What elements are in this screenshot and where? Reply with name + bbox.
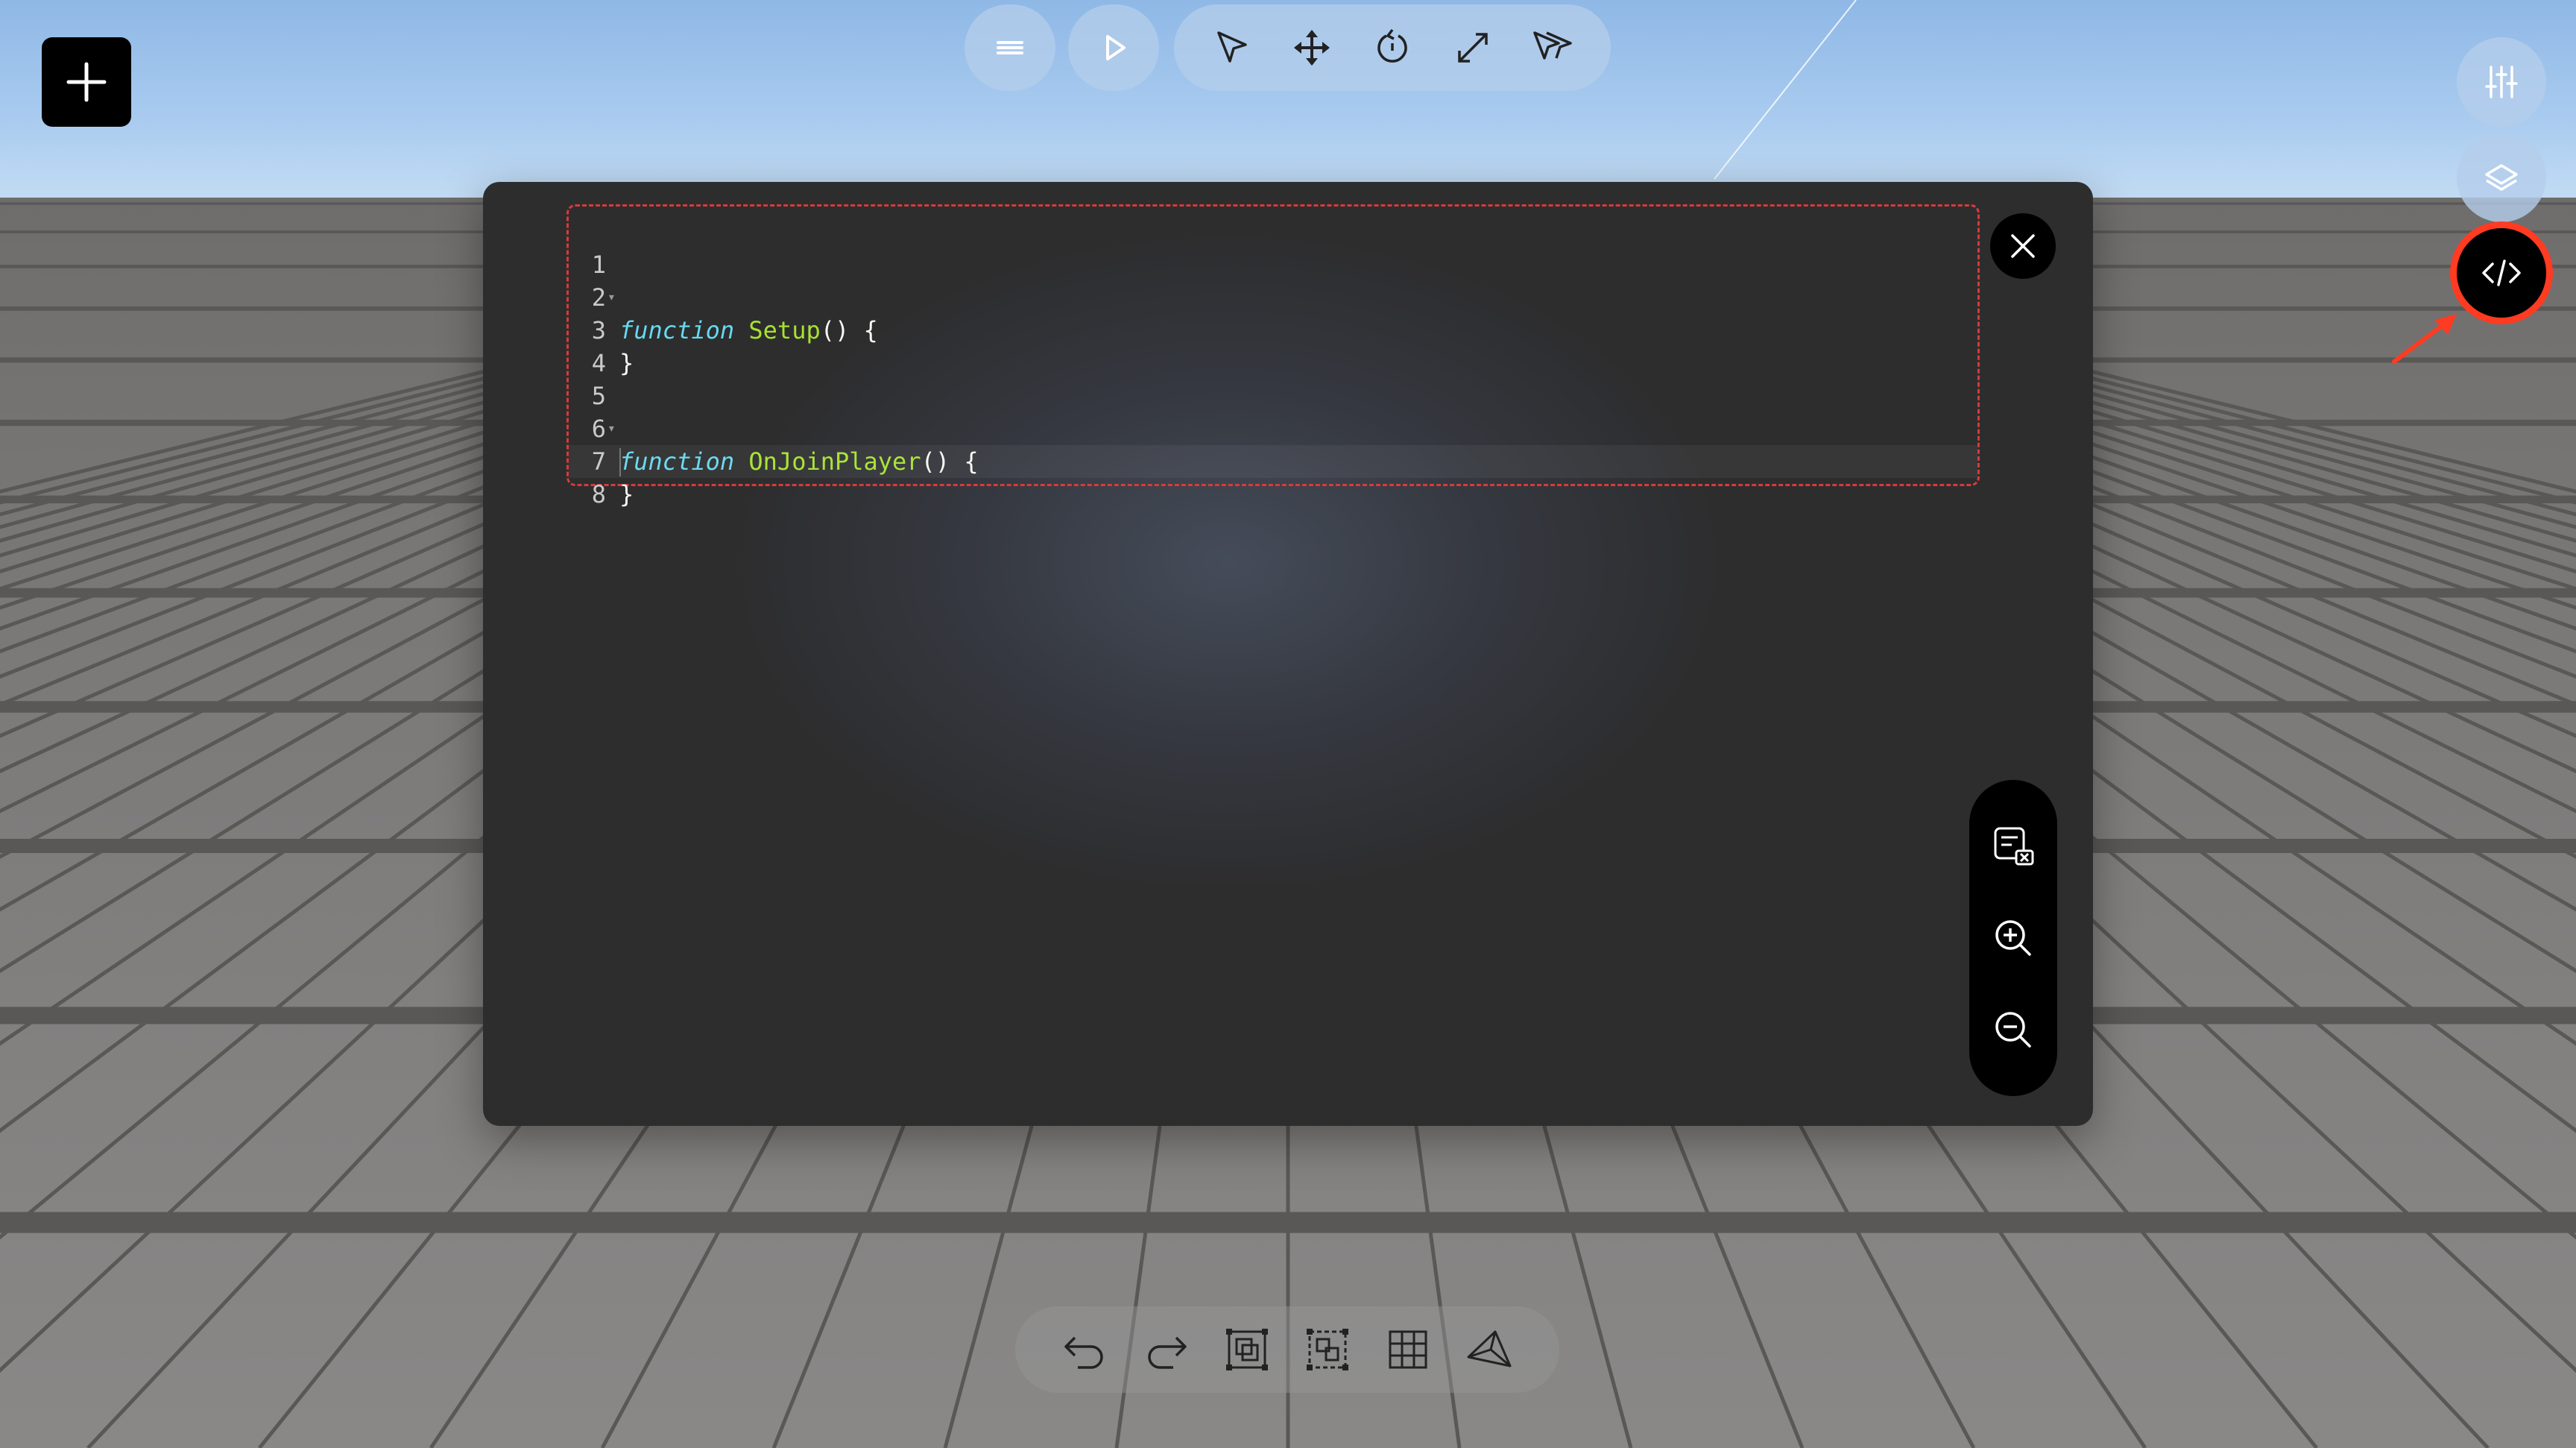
redo-button[interactable] xyxy=(1132,1316,1199,1383)
close-editor-button[interactable] xyxy=(1990,213,2056,279)
code-line[interactable]: 7 } xyxy=(569,412,1977,509)
settings-sliders-icon xyxy=(2485,66,2518,98)
code-line[interactable]: 5 ▾ function OnJoinPlayer() { xyxy=(569,347,1977,476)
group-button[interactable] xyxy=(1294,1316,1361,1383)
scale-tool-button[interactable] xyxy=(1443,18,1503,78)
menu-button[interactable] xyxy=(965,4,1055,91)
close-icon xyxy=(2011,234,2035,258)
clear-console-icon xyxy=(1994,827,2034,866)
code-line-active[interactable]: 8 xyxy=(569,445,1977,509)
move-icon xyxy=(1294,30,1330,66)
multi-select-icon xyxy=(1533,31,1572,60)
move-tool-button[interactable] xyxy=(1282,18,1342,78)
group-icon xyxy=(1307,1329,1349,1370)
layers-button[interactable] xyxy=(2457,133,2546,222)
select-tool-button[interactable] xyxy=(1202,18,1262,78)
play-button[interactable] xyxy=(1068,4,1159,91)
scale-icon xyxy=(1457,33,1488,63)
zoom-in-icon xyxy=(1995,920,2031,956)
play-icon xyxy=(1106,35,1126,60)
code-line[interactable]: 4 xyxy=(569,314,1977,377)
annotation-arrow xyxy=(2392,314,2457,364)
transform-tools xyxy=(1174,4,1611,91)
code-line[interactable]: 1 ▾ function Setup() { xyxy=(569,215,1977,344)
script-editor-button[interactable] xyxy=(2457,228,2546,318)
select-icon xyxy=(1217,31,1247,63)
multi-select-tool-button[interactable] xyxy=(1523,18,1582,78)
rotate-icon xyxy=(1377,28,1407,63)
code-line[interactable]: 6 xyxy=(569,380,1977,443)
menu-icon xyxy=(997,41,1023,54)
grid-toggle-button[interactable] xyxy=(1374,1316,1442,1383)
plus-icon xyxy=(66,62,107,102)
duplicate-button[interactable] xyxy=(1213,1316,1281,1383)
code-line[interactable]: 3 } xyxy=(569,281,1977,377)
clear-console-button[interactable] xyxy=(1983,816,2043,876)
settings-button[interactable] xyxy=(2457,37,2546,127)
zoom-out-button[interactable] xyxy=(1983,1000,2043,1060)
undo-icon xyxy=(1064,1336,1103,1369)
bottom-toolbar xyxy=(1015,1306,1559,1393)
grid-icon xyxy=(1389,1330,1427,1369)
redo-icon xyxy=(1148,1336,1187,1369)
text-caret xyxy=(619,448,621,476)
editor-tools xyxy=(1969,780,2057,1096)
duplicate-icon xyxy=(1225,1329,1268,1370)
code-line[interactable]: 2 xyxy=(569,248,1977,312)
script-editor-panel: 1 ▾ function Setup() { 2 3 } 4 5 ▾ funct… xyxy=(483,182,2093,1126)
undo-button[interactable] xyxy=(1052,1316,1119,1383)
camera-view-button[interactable] xyxy=(1456,1316,1523,1383)
zoom-out-icon xyxy=(1995,1011,2031,1048)
camera-icon xyxy=(1467,1330,1512,1367)
rotate-tool-button[interactable] xyxy=(1363,18,1422,78)
add-object-button[interactable] xyxy=(42,37,131,127)
code-editor[interactable]: 1 ▾ function Setup() { 2 3 } 4 5 ▾ funct… xyxy=(566,204,1980,509)
line-number: 8 xyxy=(591,480,606,509)
zoom-in-button[interactable] xyxy=(1983,908,2043,968)
layers-icon xyxy=(2485,164,2518,191)
code-icon xyxy=(2482,259,2521,286)
